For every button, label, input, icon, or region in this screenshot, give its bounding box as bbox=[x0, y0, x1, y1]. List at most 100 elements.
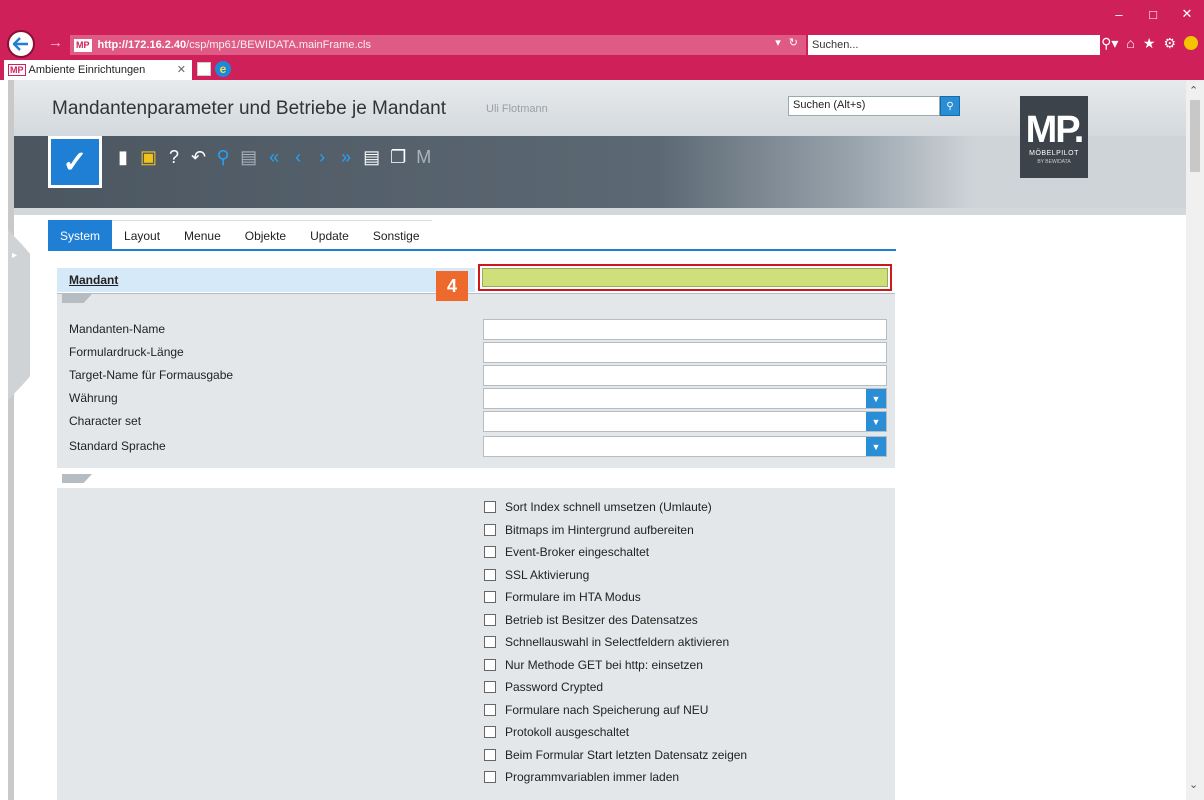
checkbox-row[interactable]: Programmvariablen immer laden bbox=[484, 767, 679, 787]
checkbox[interactable] bbox=[484, 501, 496, 513]
checkbox-label: Event-Broker eingeschaltet bbox=[505, 545, 650, 559]
checkbox-row[interactable]: Nur Methode GET bei http: einsetzen bbox=[484, 655, 703, 675]
checkbox-row[interactable]: Beim Formular Start letzten Datensatz ze… bbox=[484, 745, 747, 765]
mandant-label[interactable]: Mandant bbox=[57, 268, 475, 292]
checkbox-row[interactable]: Event-Broker eingeschaltet bbox=[484, 542, 649, 562]
toolbar-divider bbox=[14, 208, 1186, 215]
next-record-icon[interactable]: › bbox=[315, 147, 329, 167]
checkbox[interactable] bbox=[484, 681, 496, 693]
checkbox[interactable] bbox=[484, 591, 496, 603]
app-search-input[interactable]: Suchen (Alt+s) bbox=[788, 96, 940, 116]
standard-sprache-select[interactable]: ▼ bbox=[483, 436, 887, 457]
checkbox[interactable] bbox=[484, 726, 496, 738]
checkbox[interactable] bbox=[484, 523, 496, 536]
formulardruck-laenge-input[interactable] bbox=[483, 342, 887, 363]
character-set-select[interactable]: ▼ bbox=[483, 411, 887, 432]
back-button[interactable] bbox=[7, 30, 35, 58]
previous-record-icon[interactable]: ‹ bbox=[291, 147, 305, 167]
app-search-button[interactable]: ⚲ bbox=[940, 96, 960, 116]
undo-arrow-icon[interactable]: ↶ bbox=[191, 147, 206, 167]
new-document-icon[interactable]: ▮ bbox=[116, 147, 130, 167]
home-icon[interactable]: ⌂ bbox=[1126, 36, 1134, 50]
browser-navbar: → MP http://172.16.2.40 /csp/mp61/BEWIDA… bbox=[0, 28, 1204, 58]
checkbox-label: Beim Formular Start letzten Datensatz ze… bbox=[505, 747, 748, 762]
save-check-button[interactable]: ✓ bbox=[48, 136, 102, 188]
checkbox[interactable] bbox=[484, 636, 496, 648]
checkbox[interactable] bbox=[484, 568, 496, 581]
search-record-icon[interactable]: ⚲ bbox=[216, 147, 230, 167]
browser-search-input[interactable]: Suchen... bbox=[808, 35, 1100, 55]
first-record-icon[interactable]: « bbox=[267, 147, 281, 167]
checkbox-row[interactable]: Bitmaps im Hintergrund aufbereiten bbox=[484, 520, 694, 540]
checkbox[interactable] bbox=[484, 703, 496, 716]
checkbox[interactable] bbox=[484, 658, 496, 671]
checkbox[interactable] bbox=[484, 613, 496, 626]
tab-menue[interactable]: Menue bbox=[172, 220, 233, 250]
standard-sprache-label: Standard Sprache bbox=[69, 439, 166, 453]
search-icon[interactable]: ⚲▾ bbox=[1101, 36, 1118, 50]
checkbox-row[interactable]: Protokoll ausgeschaltet bbox=[484, 722, 629, 742]
close-tab-icon[interactable]: ✕ bbox=[177, 63, 186, 76]
tab-layout[interactable]: Layout bbox=[112, 220, 173, 250]
tab-objekte[interactable]: Objekte bbox=[232, 220, 299, 250]
chevron-down-icon[interactable]: ▼ bbox=[866, 412, 886, 431]
expand-arrow-icon[interactable]: ▸ bbox=[12, 250, 17, 261]
dropdown-icon[interactable]: ▾ bbox=[775, 36, 781, 49]
scroll-thumb[interactable] bbox=[1190, 100, 1200, 172]
maximize-icon[interactable]: □ bbox=[1136, 0, 1170, 28]
address-bar[interactable]: MP http://172.16.2.40 /csp/mp61/BEWIDATA… bbox=[70, 35, 806, 55]
checkbox-row[interactable]: Sort Index schnell umsetzen (Umlaute) bbox=[484, 497, 712, 517]
waehrung-select[interactable]: ▼ bbox=[483, 388, 887, 409]
scroll-down-icon[interactable]: ⌄ bbox=[1189, 778, 1198, 791]
checkbox[interactable] bbox=[484, 748, 496, 761]
checkbox-row[interactable]: Betrieb ist Besitzer des Datensatzes bbox=[484, 610, 698, 630]
browser-tab[interactable]: MP Ambiente Einrichtungen ✕ bbox=[4, 60, 192, 80]
close-window-icon[interactable]: ✕ bbox=[1170, 0, 1204, 28]
checkbox-label: Schnellauswahl in Selectfeldern aktivier… bbox=[505, 635, 730, 649]
new-tab-icon[interactable] bbox=[197, 62, 211, 76]
internet-explorer-icon[interactable]: e bbox=[215, 61, 231, 77]
print-icon[interactable]: ▤ bbox=[240, 147, 257, 167]
last-record-icon[interactable]: » bbox=[339, 147, 353, 167]
checkmark-icon: ✓ bbox=[51, 139, 99, 185]
checkbox[interactable] bbox=[484, 546, 496, 558]
target-name-input[interactable] bbox=[483, 365, 887, 386]
mandant-input[interactable] bbox=[482, 268, 888, 287]
list-view-icon[interactable]: ▤ bbox=[363, 147, 380, 167]
settings-gear-icon[interactable]: ⚙ bbox=[1163, 36, 1176, 50]
copy-record-icon[interactable]: ❐ bbox=[390, 147, 406, 167]
checkbox-row[interactable]: Formulare im HTA Modus bbox=[484, 587, 641, 607]
step-badge: 4 bbox=[436, 271, 468, 301]
scroll-up-icon[interactable]: ⌃ bbox=[1189, 84, 1198, 97]
checkbox[interactable] bbox=[484, 771, 496, 783]
field-row-waehrung: Währung ▼ bbox=[57, 387, 895, 411]
checkbox-row[interactable]: Password Crypted bbox=[484, 677, 603, 697]
help-question-icon[interactable]: ? bbox=[167, 147, 181, 167]
toolbar-icons: ▮ ▣ ? ↶ ⚲ ▤ « ‹ › » ▤ ❐ M bbox=[116, 144, 431, 170]
favorites-star-icon[interactable]: ★ bbox=[1143, 36, 1156, 50]
checkbox-row[interactable]: Formulare nach Speicherung auf NEU bbox=[484, 700, 708, 720]
chevron-down-icon[interactable]: ▼ bbox=[866, 389, 886, 408]
section-collapse-toggle[interactable] bbox=[62, 474, 92, 483]
checkbox-row[interactable]: SSL Aktivierung bbox=[484, 565, 589, 585]
checkbox-label: Betrieb ist Besitzer des Datensatzes bbox=[505, 612, 698, 627]
mandanten-name-input[interactable] bbox=[483, 319, 887, 340]
checkbox-row[interactable]: Schnellauswahl in Selectfeldern aktivier… bbox=[484, 632, 729, 652]
url-path: /csp/mp61/BEWIDATA.mainFrame.cls bbox=[186, 39, 371, 51]
tab-title: Ambiente Einrichtungen bbox=[28, 64, 146, 76]
checkbox-label: Bitmaps im Hintergrund aufbereiten bbox=[505, 522, 694, 537]
tab-sonstige[interactable]: Sonstige bbox=[360, 220, 432, 250]
toolbar-m-button[interactable]: M bbox=[416, 147, 431, 167]
tab-update[interactable]: Update bbox=[298, 220, 361, 250]
back-arrow-icon bbox=[13, 37, 28, 51]
exit-door-icon[interactable]: ▣ bbox=[140, 147, 157, 167]
character-set-label: Character set bbox=[69, 414, 142, 428]
feedback-smiley-icon[interactable] bbox=[1184, 36, 1198, 50]
tab-favicon: MP bbox=[8, 64, 26, 76]
minimize-icon[interactable]: – bbox=[1102, 0, 1136, 28]
chevron-down-icon[interactable]: ▼ bbox=[866, 437, 886, 456]
forward-arrow-icon[interactable]: → bbox=[48, 35, 63, 51]
refresh-icon[interactable]: ↻ bbox=[789, 36, 798, 49]
vertical-scrollbar[interactable] bbox=[1186, 80, 1204, 800]
tab-system[interactable]: System bbox=[48, 220, 113, 250]
